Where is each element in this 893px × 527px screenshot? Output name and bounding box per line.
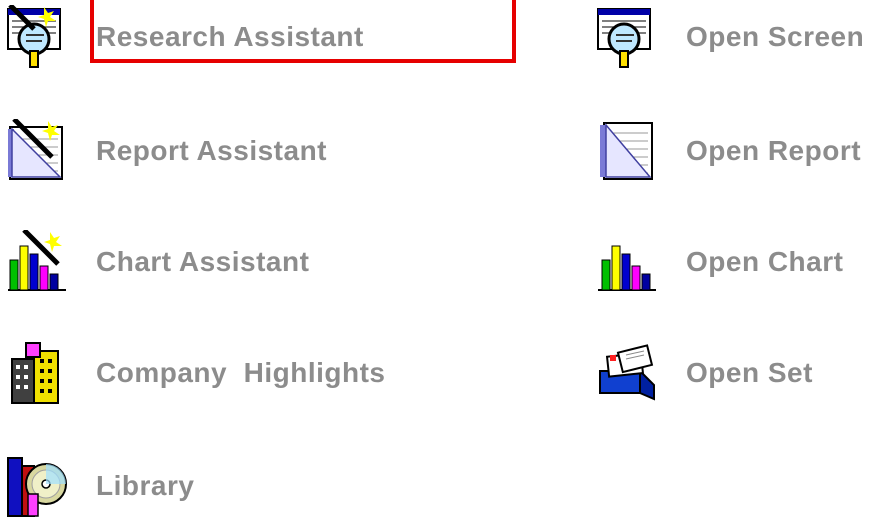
card-file-icon — [594, 341, 658, 405]
chart-assistant-button[interactable]: Chart Assistant — [4, 230, 310, 294]
report-assistant-button[interactable]: Report Assistant — [4, 119, 328, 183]
open-chart-button[interactable]: Open Chart — [594, 231, 843, 293]
research-assistant-button[interactable]: Research Assistant — [4, 5, 364, 69]
chart-wand-icon — [4, 230, 68, 294]
open-chart-label: Open Chart — [686, 246, 844, 277]
open-report-button[interactable]: Open Report — [594, 120, 861, 182]
open-screen-label: Open Screen — [686, 21, 865, 52]
report-assistant-label: Report Assistant — [96, 135, 328, 166]
screen-magnifier-icon — [594, 5, 658, 69]
buildings-icon — [4, 341, 68, 405]
library-button[interactable]: Library — [4, 455, 194, 517]
open-report-label: Open Report — [686, 135, 862, 166]
research-assistant-label: Research Assistant — [96, 21, 364, 52]
chart-assistant-label: Chart Assistant — [96, 246, 310, 277]
library-label: Library — [96, 470, 195, 501]
open-screen-button[interactable]: Open Screen — [594, 6, 864, 68]
bar-chart-icon — [594, 230, 658, 294]
open-set-button[interactable]: Open Set — [594, 342, 813, 404]
open-set-label: Open Set — [686, 357, 813, 388]
books-cd-icon — [4, 454, 68, 518]
research-magnifier-icon — [4, 5, 68, 69]
report-wand-icon — [4, 119, 68, 183]
report-document-icon — [594, 119, 658, 183]
company-highlights-label: Company Highlights — [96, 357, 386, 388]
company-highlights-button[interactable]: Company Highlights — [4, 342, 386, 404]
